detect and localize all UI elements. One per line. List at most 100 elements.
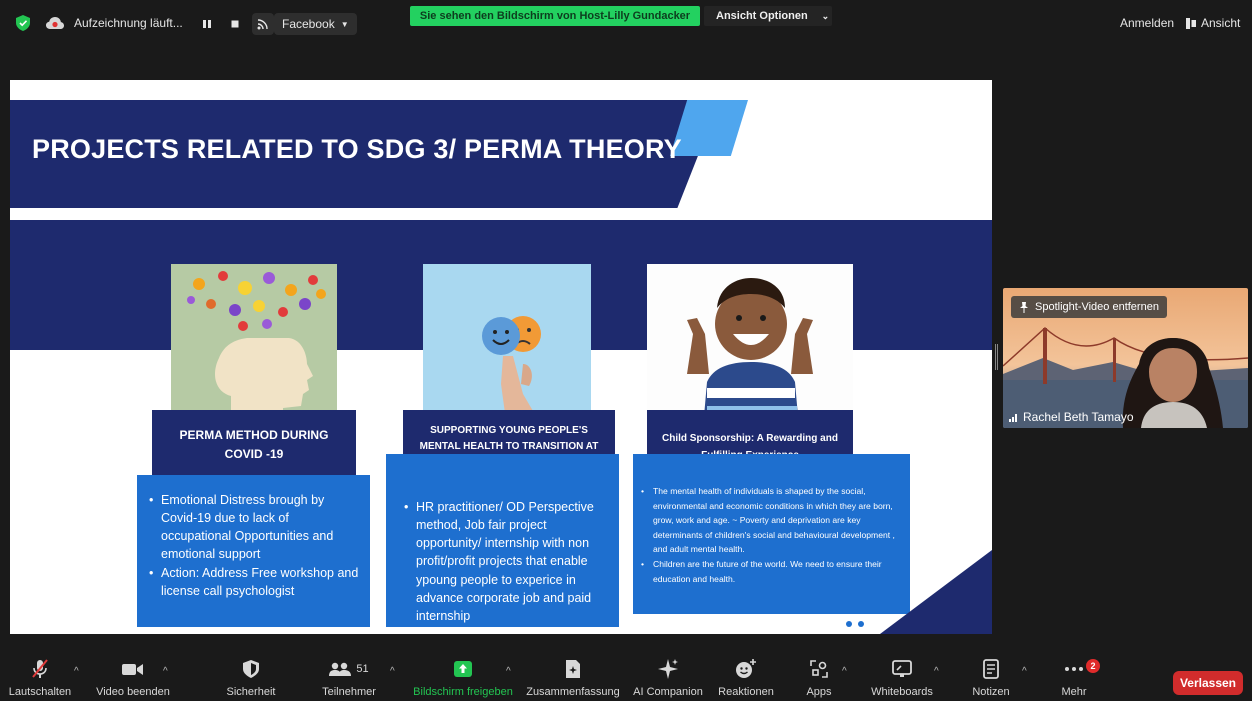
head-silhouette-illustration <box>171 264 337 428</box>
list-item: Action: Address Free workshop and licens… <box>149 564 362 600</box>
share-options-caret[interactable]: ^ <box>506 666 511 677</box>
meeting-toolbar: Lautschalten ^ Video beenden ^ Sicherhei… <box>0 655 1252 701</box>
more-dots-icon <box>1065 667 1083 671</box>
card-body-perma: Emotional Distress brough by Covid-19 du… <box>137 475 370 627</box>
head-flowers-image <box>171 264 337 428</box>
apps-options-caret[interactable]: ^ <box>842 666 847 677</box>
card-label-perma: PERMA METHOD DURING COVID -19 <box>152 410 356 480</box>
mute-options-caret[interactable]: ^ <box>74 666 79 677</box>
resize-handle[interactable] <box>995 344 998 370</box>
participant-name: Rachel Beth Tamayo <box>1023 410 1134 424</box>
sparkle-icon <box>658 659 678 679</box>
stop-video-label: Video beenden <box>96 686 170 698</box>
child-sponsorship-bullet-list: The mental health of individuals is shap… <box>641 484 902 586</box>
more-label: Mehr <box>1061 686 1087 698</box>
participants-button[interactable]: 51 Teilnehmer <box>308 655 390 701</box>
video-options-caret[interactable]: ^ <box>163 666 168 677</box>
apps-button[interactable]: Apps <box>798 655 840 701</box>
bottom-dot-decoration <box>846 621 864 627</box>
ai-companion-button[interactable]: AI Companion <box>630 655 706 701</box>
shared-screen-slide: PROJECTS RELATED TO SDG 3/ PERMA THEORY … <box>10 80 992 634</box>
signal-strength-icon <box>1009 414 1017 422</box>
top-bar: Aufzeichnung läuft... Facebook ▼ Sie seh… <box>0 0 1252 48</box>
participants-icon <box>329 662 352 676</box>
notes-label: Notizen <box>972 686 1010 698</box>
slide-title: PROJECTS RELATED TO SDG 3/ PERMA THEORY <box>32 134 682 164</box>
zoom-window: Aufzeichnung läuft... Facebook ▼ Sie seh… <box>0 0 1252 701</box>
cloud-recording-icon <box>46 17 64 29</box>
stream-target-dropdown[interactable]: Facebook ▼ <box>274 13 357 35</box>
recording-label: Aufzeichnung läuft... <box>74 16 183 30</box>
participants-label: Teilnehmer <box>322 686 376 698</box>
notes-icon <box>983 659 999 679</box>
view-options-dropdown[interactable]: Ansicht Optionen ⌄ <box>704 6 832 26</box>
signin-button[interactable]: Anmelden <box>1120 16 1174 30</box>
recording-indicator[interactable]: Aufzeichnung läuft... <box>46 10 183 36</box>
pin-icon <box>1020 301 1028 313</box>
spotlight-label: Spotlight-Video entfernen <box>1035 301 1159 313</box>
whiteboards-options-caret[interactable]: ^ <box>934 666 939 677</box>
microphone-muted-icon <box>32 659 48 678</box>
leave-meeting-button[interactable]: Verlassen <box>1173 671 1243 695</box>
decor-dot <box>858 621 864 627</box>
whiteboard-icon <box>892 660 912 677</box>
stop-video-button[interactable]: Video beenden <box>92 655 174 701</box>
list-item: HR practitioner/ OD Perspective method, … <box>404 498 611 625</box>
security-button[interactable]: Sicherheit <box>216 655 286 701</box>
smiley-illustration <box>423 264 591 428</box>
young-people-bullet-list: HR practitioner/ OD Perspective method, … <box>404 498 611 625</box>
notes-options-caret[interactable]: ^ <box>1022 666 1027 677</box>
card-body-child-sponsorship: The mental health of individuals is shap… <box>633 454 910 614</box>
more-notification-badge: 2 <box>1086 659 1100 673</box>
livestream-button[interactable] <box>252 13 274 35</box>
decor-dot <box>943 565 949 571</box>
card-body-young-people: HR practitioner/ OD Perspective method, … <box>386 454 619 627</box>
view-button[interactable]: Ansicht <box>1186 16 1240 30</box>
decor-dot <box>915 565 921 571</box>
decor-dot <box>957 565 963 571</box>
perma-bullet-list: Emotional Distress brough by Covid-19 du… <box>149 491 362 600</box>
broadcast-icon <box>257 19 268 30</box>
chevron-down-icon: ▼ <box>340 19 349 29</box>
shield-icon <box>243 660 259 678</box>
notes-button[interactable]: Notizen <box>966 655 1016 701</box>
child-thumbs-up-image <box>647 264 853 428</box>
participants-count: 51 <box>356 663 369 675</box>
screen-share-banner: Sie sehen den Bildschirm von Host-Lilly … <box>410 6 700 26</box>
stop-icon <box>231 20 239 28</box>
video-camera-icon <box>122 664 143 675</box>
smiley-faces-image <box>423 264 591 428</box>
whiteboards-label: Whiteboards <box>871 686 933 698</box>
view-layout-icon <box>1186 17 1196 29</box>
view-label: Ansicht <box>1201 16 1241 30</box>
participant-video-tile[interactable]: Spotlight-Video entfernen Rachel Beth Ta… <box>1003 288 1248 428</box>
share-screen-button[interactable]: Bildschirm freigeben <box>410 655 516 701</box>
participants-options-caret[interactable]: ^ <box>390 666 395 677</box>
dot-decoration <box>915 565 963 571</box>
apps-grid-icon <box>810 660 828 678</box>
recording-controls <box>196 12 274 36</box>
decor-dot <box>846 621 852 627</box>
ai-companion-label: AI Companion <box>633 686 703 698</box>
share-screen-icon <box>454 661 472 677</box>
list-item: Emotional Distress brough by Covid-19 du… <box>149 491 362 564</box>
participant-name-label: Rachel Beth Tamayo <box>1009 410 1134 424</box>
list-item: The mental health of individuals is shap… <box>641 484 902 557</box>
view-options-label: Ansicht Optionen <box>716 10 808 22</box>
child-illustration <box>647 264 853 428</box>
smiley-plus-icon <box>736 659 756 678</box>
decor-dot <box>929 565 935 571</box>
mute-button[interactable]: Lautschalten <box>4 655 76 701</box>
reactions-label: Reaktionen <box>718 686 774 698</box>
security-shield-icon[interactable] <box>16 15 30 31</box>
reactions-button[interactable]: Reaktionen <box>714 655 778 701</box>
document-sparkle-icon <box>566 660 580 678</box>
share-screen-label: Bildschirm freigeben <box>413 686 513 698</box>
remove-spotlight-button[interactable]: Spotlight-Video entfernen <box>1011 296 1167 318</box>
summary-button[interactable]: Zusammenfassung <box>524 655 622 701</box>
whiteboards-button[interactable]: Whiteboards <box>866 655 938 701</box>
pause-icon <box>203 20 211 28</box>
stop-recording-button[interactable] <box>224 13 246 35</box>
mute-label: Lautschalten <box>8 686 72 698</box>
pause-recording-button[interactable] <box>196 13 218 35</box>
